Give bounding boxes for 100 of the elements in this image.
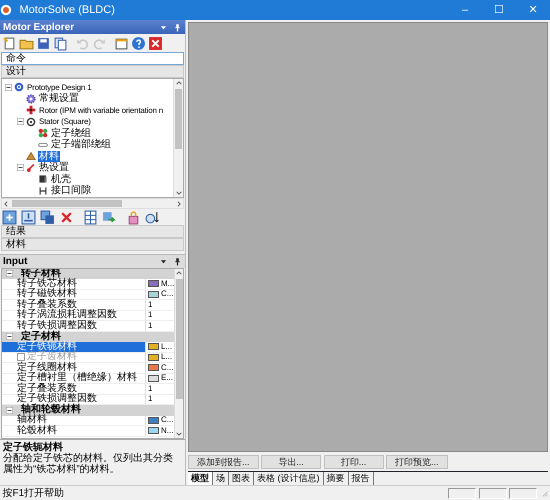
scroll-left-icon[interactable]	[2, 200, 10, 208]
minimize-button[interactable]: –	[448, 2, 482, 18]
scroll-down-icon[interactable]	[174, 189, 182, 197]
gear-icon	[26, 94, 36, 104]
table-icon[interactable]	[83, 210, 98, 224]
close-icon[interactable]	[148, 36, 163, 50]
action-button[interactable]: 导出...	[261, 454, 322, 468]
tab[interactable]: 摘要	[324, 472, 348, 485]
panel-title: Input	[3, 254, 28, 268]
expander-icon[interactable]	[17, 118, 24, 126]
status-text: 按F1打开帮助	[2, 486, 66, 500]
tree-item[interactable]: 常规设置	[38, 93, 80, 104]
property-name[interactable]: 定子槽衬里（槽绝缘）材料	[17, 373, 137, 384]
tab[interactable]: 场	[213, 472, 229, 485]
tree-item[interactable]: 定子绕组	[50, 128, 92, 139]
property-value[interactable]: 1	[148, 320, 152, 331]
property-name[interactable]: 转子铁芯材料	[17, 278, 77, 289]
documents-icon[interactable]	[53, 36, 68, 50]
scroll-up-icon[interactable]	[175, 268, 183, 276]
coil-icon	[38, 128, 48, 138]
new-file-icon[interactable]	[2, 36, 17, 50]
tree-item[interactable]: Rotor (IPM with variable orientation n	[38, 104, 164, 116]
property-value[interactable]: 1	[148, 394, 152, 404]
resize-grip-icon[interactable]	[540, 489, 548, 497]
property-name[interactable]: 转子涡流损耗调整因数	[17, 310, 117, 320]
action-button[interactable]: 打印预览...	[386, 454, 448, 468]
section-header[interactable]: 结果	[1, 225, 184, 238]
tab[interactable]: 报告	[348, 472, 374, 485]
section-header[interactable]: 材料	[1, 238, 184, 251]
add-icon[interactable]	[2, 210, 17, 224]
delete-icon[interactable]	[59, 210, 74, 224]
expander-icon[interactable]	[6, 406, 13, 414]
property-name[interactable]: 定子铁损调整因数	[17, 394, 97, 404]
property-value[interactable]: 1	[148, 310, 152, 320]
property-value[interactable]: C...	[161, 362, 174, 373]
window-icon[interactable]	[114, 36, 129, 50]
sort-icon[interactable]	[145, 210, 160, 224]
property-name[interactable]: 转子磁铁材料	[17, 289, 77, 300]
thermometer-icon	[26, 162, 36, 173]
property-value[interactable]: C...	[161, 289, 174, 300]
property-value[interactable]: M...	[161, 278, 174, 289]
app-logo-icon	[0, 4, 12, 16]
help-icon[interactable]	[131, 36, 146, 50]
maximize-button[interactable]: ☐	[482, 2, 516, 18]
pin-icon[interactable]	[173, 22, 182, 32]
property-name[interactable]: 转子铁损调整因数	[17, 320, 97, 331]
property-name[interactable]: 定子叠装系数	[17, 384, 77, 394]
tab[interactable]: 模型	[188, 472, 213, 485]
scrollbar[interactable]	[174, 268, 183, 438]
property-value[interactable]: C...	[161, 415, 174, 426]
scrollbar-thumb[interactable]	[12, 200, 122, 207]
property-value[interactable]: L...	[161, 342, 172, 352]
property-name[interactable]: 轮毂材料	[17, 426, 57, 436]
scroll-down-icon[interactable]	[175, 430, 183, 438]
scrollbar[interactable]	[173, 79, 183, 197]
pin-icon[interactable]	[173, 256, 182, 266]
tree-item[interactable]: 材料	[38, 150, 60, 162]
action-button[interactable]: 添加到报告...	[188, 454, 259, 468]
tree-item[interactable]: 热设置	[38, 162, 70, 174]
tree-item[interactable]: 机壳	[50, 174, 72, 185]
close-button[interactable]: ✕	[516, 2, 550, 18]
ring-icon	[26, 116, 36, 127]
property-value[interactable]: N...	[161, 426, 174, 436]
category-label: 定子材料	[21, 332, 61, 342]
property-name[interactable]: 轴材料	[17, 415, 47, 426]
tree-item[interactable]: 接口间隙	[50, 185, 92, 196]
section-header[interactable]: 设计	[1, 65, 184, 78]
expander-icon[interactable]	[17, 164, 24, 172]
scrollbar-thumb[interactable]	[175, 89, 182, 149]
description-title: 定子铁轭材料	[3, 442, 63, 453]
scroll-right-icon[interactable]	[175, 200, 183, 208]
tray-icon[interactable]	[21, 210, 36, 224]
cross-icon	[26, 105, 36, 116]
scroll-up-icon[interactable]	[174, 79, 182, 87]
property-name[interactable]: 转子叠装系数	[17, 300, 77, 310]
property-value[interactable]: 1	[148, 384, 152, 394]
panel-title: Motor Explorer	[3, 20, 76, 34]
window-title: MotorSolve (BLDC)	[18, 2, 116, 18]
status-pane	[509, 488, 537, 498]
arrows-icon[interactable]	[102, 210, 117, 224]
tree-item[interactable]: Prototype Design 1	[26, 82, 92, 93]
copy-icon[interactable]	[40, 210, 55, 224]
expander-icon[interactable]	[6, 333, 13, 340]
category-label: 轴和轮毂材料	[21, 405, 81, 415]
tree-item[interactable]: Stator (Square)	[38, 116, 92, 128]
property-value[interactable]: 1	[148, 300, 152, 310]
crate-icon	[26, 151, 36, 162]
tree-item[interactable]: 定子端部绕组	[50, 139, 112, 150]
lock-icon[interactable]	[126, 210, 141, 224]
bracket-icon	[38, 186, 48, 196]
scrollbar[interactable]	[1, 198, 184, 209]
expander-icon[interactable]	[5, 84, 12, 91]
property-name[interactable]: 定子线圈材料	[17, 362, 77, 373]
expander-icon[interactable]	[6, 270, 13, 278]
section-header[interactable]: 命令	[1, 52, 184, 65]
property-value[interactable]: E...	[161, 373, 174, 384]
tab[interactable]: 图表	[229, 472, 254, 485]
tab[interactable]: 表格 (设计信息)	[254, 472, 324, 485]
scrollbar-thumb[interactable]	[176, 278, 183, 398]
action-button[interactable]: 打印...	[324, 454, 384, 468]
